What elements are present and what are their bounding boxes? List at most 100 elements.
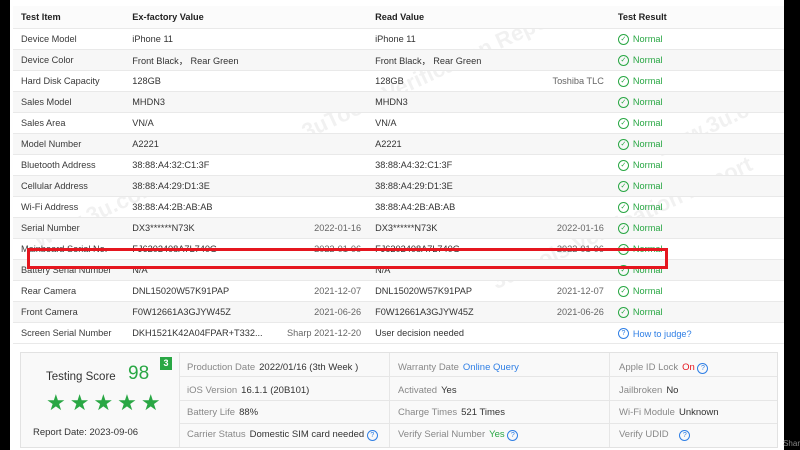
help-icon[interactable]: ?	[507, 430, 519, 441]
activated: Activated Yes	[398, 385, 457, 396]
ios-version: iOS Version 16.1.1 (20B101)	[187, 385, 310, 396]
header-read-value: Read Value	[367, 6, 610, 29]
table-row: Device Model iPhone 11 iPhone 11 ✓ Normal	[13, 28, 784, 50]
online-query-link[interactable]: Online Query	[463, 362, 519, 373]
read-value: Front Black， Rear Green	[367, 49, 610, 71]
test-item-label: Device Color	[13, 49, 125, 71]
check-circle-icon: ✓	[617, 75, 629, 87]
table-row: Hard Disk Capacity 128GB 128GB Toshiba TLC ✓…	[13, 70, 784, 92]
ex-factory-value: DKH1521K42A04FPAR+T332... Sharp 2021-12-2…	[124, 322, 368, 344]
read-value: A2221	[367, 133, 610, 155]
test-result: ✓ Normal	[609, 196, 784, 218]
ex-factory-value: A2221	[124, 133, 368, 155]
score-value: 98	[128, 363, 150, 384]
report-date: Report Date: 2023-09-06	[33, 427, 139, 438]
ex-factory-value: DNL15020W57K91PAP 2021-12-07	[124, 280, 368, 302]
test-result: ✓ Normal	[609, 280, 784, 302]
read-value: User decision needed	[367, 322, 610, 344]
test-item-label: Bluetooth Address	[13, 154, 125, 176]
battery-life: Battery Life 88%	[187, 407, 259, 418]
help-icon[interactable]: ?	[366, 430, 378, 441]
ex-factory-value: F0W12661A3GJYW45Z 2021-06-26	[124, 301, 368, 323]
test-result: ✓ Normal	[609, 28, 784, 50]
table-row: Sales Area VN/A VN/A ✓ Normal	[13, 112, 784, 134]
table-row: Front Camera F0W12661A3GJYW45Z 2021-06-26 F…	[13, 301, 784, 323]
test-item-label: Hard Disk Capacity	[13, 70, 125, 92]
ex-factory-value: VN/A	[124, 112, 368, 134]
table-header-row: Test Item Ex-factory Value Read Value Te…	[13, 6, 784, 29]
how-to-judge-link[interactable]: How to judge?	[633, 329, 692, 339]
charge-times: Charge Times 521 Times	[398, 407, 505, 418]
test-results-table: Test Item Ex-factory Value Read Value Te…	[13, 6, 784, 344]
test-item-label: Sales Model	[13, 91, 125, 113]
result-text: Normal	[632, 118, 663, 129]
table-row: Cellular Address 38:88:A4:29:D1:3E 38:88:A…	[13, 175, 784, 197]
table-row: Rear Camera DNL15020W57K91PAP 2021-12-07 DN…	[13, 280, 784, 302]
ex-factory-value: MHDN3	[124, 91, 368, 113]
table-row: Wi-Fi Address 38:88:A4:2B:AB:AB 38:88:A4:2…	[13, 196, 784, 218]
table-row: Bluetooth Address 38:88:A4:32:C1:3F 38:88:…	[13, 154, 784, 176]
check-circle-icon: ✓	[617, 159, 629, 171]
score-area: Testing Score 98 3 ★★★★★ Report Date: 20…	[21, 353, 180, 447]
test-result: ✓ Normal	[609, 49, 784, 71]
check-circle-icon: ✓	[617, 180, 629, 192]
verify-udid: Verify UDID ?	[619, 429, 691, 441]
summary-panel: Testing Score 98 3 ★★★★★ Report Date: 20…	[20, 352, 778, 448]
test-result: ✓ Normal	[609, 217, 784, 239]
table-row: Screen Serial Number DKH1521K42A04FPAR+T3…	[13, 322, 784, 344]
table-row: Device Color Front Black， Rear Green Front…	[13, 49, 784, 71]
check-circle-icon: ✓	[617, 285, 629, 297]
edge-text: Shar	[783, 439, 800, 448]
header-test-result: Test Result	[609, 6, 784, 29]
result-text: Normal	[632, 139, 663, 150]
check-circle-icon: ✓	[617, 33, 629, 45]
read-value: VN/A	[367, 112, 610, 134]
table-row: Sales Model MHDN3 MHDN3 ✓ Normal	[13, 91, 784, 113]
table-row: Model Number A2221 A2221 ✓ Normal	[13, 133, 784, 155]
read-value: F0W12661A3GJYW45Z 2021-06-26	[367, 301, 610, 323]
test-result: ✓ Normal	[609, 154, 784, 176]
carrier-status: Carrier Status Domestic SIM card needed ?	[187, 429, 378, 441]
result-text: Normal	[632, 76, 663, 87]
test-item-label: Screen Serial Number	[13, 322, 125, 344]
test-item-label: Front Camera	[13, 301, 125, 323]
help-icon[interactable]: ?	[697, 363, 709, 374]
ex-factory-value: 38:88:A4:29:D1:3E	[124, 175, 368, 197]
check-circle-icon: ✓	[617, 117, 629, 129]
test-result: ✓ Normal	[609, 301, 784, 323]
read-value: 128GB Toshiba TLC	[367, 70, 610, 92]
test-item-label: Sales Area	[13, 112, 125, 134]
result-text: Normal	[632, 34, 663, 45]
check-circle-icon: ✓	[617, 222, 629, 234]
check-circle-icon: ✓	[617, 138, 629, 150]
apple-id-lock: Apple ID Lock On ?	[619, 362, 709, 374]
help-icon[interactable]: ?	[617, 328, 629, 339]
jailbroken: Jailbroken No	[619, 385, 679, 396]
test-item-label: Device Model	[13, 28, 125, 50]
check-circle-icon: ✓	[617, 96, 629, 108]
result-text: Normal	[632, 286, 663, 297]
ex-factory-value: DX3******N73K 2022-01-16	[124, 217, 368, 239]
result-text: Normal	[632, 202, 663, 213]
score-label: Testing Score	[46, 371, 116, 383]
test-item-label: Rear Camera	[13, 280, 125, 302]
check-circle-icon: ✓	[617, 201, 629, 213]
test-result: ✓ Normal	[609, 70, 784, 92]
test-item-label: Wi-Fi Address	[13, 196, 125, 218]
result-text: Normal	[632, 160, 663, 171]
test-result: ✓ Normal	[609, 133, 784, 155]
help-icon[interactable]: ?	[679, 430, 691, 441]
test-result[interactable]: ? How to judge?	[609, 322, 784, 344]
result-text: Normal	[632, 55, 663, 66]
ex-factory-value: 38:88:A4:2B:AB:AB	[124, 196, 368, 218]
report-frame: 3uTools Verification Report 3uTools Veri…	[10, 0, 784, 450]
warranty-date: Warranty Date Online Query	[398, 362, 519, 373]
check-circle-icon: ✓	[617, 306, 629, 318]
header-test-item: Test Item	[13, 6, 125, 29]
score-badge: 3	[160, 357, 172, 370]
read-value: DX3******N73K 2022-01-16	[367, 217, 610, 239]
ex-factory-value: iPhone 11	[124, 28, 368, 50]
ex-factory-value: Front Black， Rear Green	[124, 49, 368, 71]
wifi-module: Wi-Fi Module Unknown	[619, 407, 719, 418]
read-value: 38:88:A4:32:C1:3F	[367, 154, 610, 176]
